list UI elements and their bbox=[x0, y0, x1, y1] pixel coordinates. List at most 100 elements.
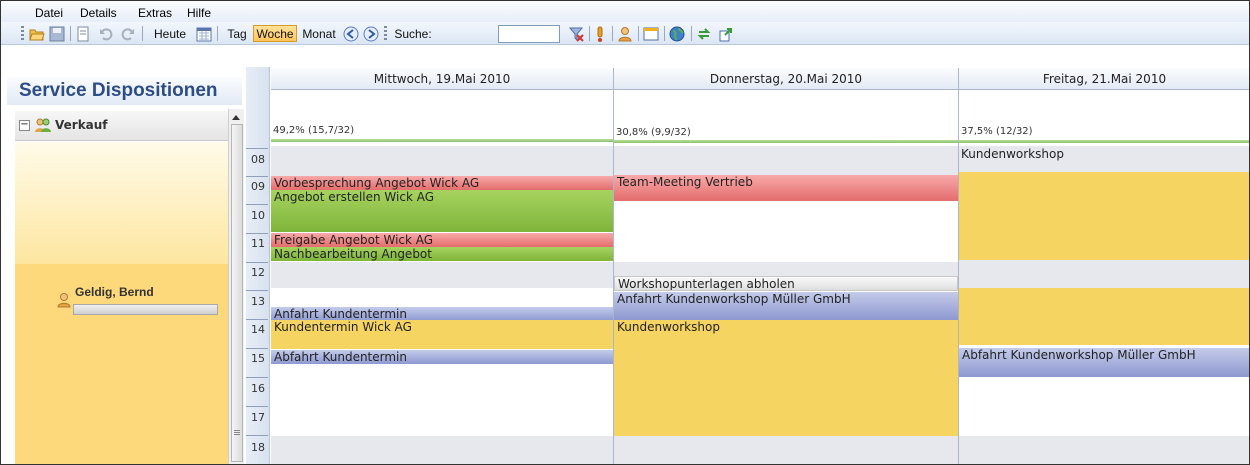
day-summary-1: 49,2% (15,7/32) bbox=[271, 90, 614, 146]
resource-progress-bar bbox=[73, 304, 218, 315]
time-slot[interactable] bbox=[614, 146, 959, 176]
menu-hilfe[interactable]: Hilfe bbox=[187, 6, 211, 20]
collapse-toggle[interactable]: − bbox=[19, 120, 30, 131]
group-label: Verkauf bbox=[55, 118, 108, 132]
previous-button[interactable] bbox=[342, 25, 360, 42]
day-header-1[interactable]: Mittwoch, 19.Mai 2010 bbox=[271, 68, 614, 90]
day-summary-2: 30,8% (9,9/32) bbox=[614, 90, 959, 146]
export-icon bbox=[718, 26, 734, 42]
group-users-icon bbox=[34, 117, 52, 136]
folder-open-icon bbox=[29, 26, 45, 42]
user-icon bbox=[617, 26, 633, 42]
toolbar-grip[interactable] bbox=[384, 26, 387, 41]
hour-label: 08 bbox=[251, 153, 265, 166]
left-scrollbar[interactable] bbox=[228, 109, 244, 464]
time-slot[interactable] bbox=[614, 262, 959, 276]
open-folder-button[interactable] bbox=[28, 25, 46, 42]
event-item[interactable]: Kundenworkshop bbox=[961, 147, 1064, 161]
event-block[interactable] bbox=[959, 172, 1249, 260]
search-label: Suche: bbox=[394, 26, 432, 41]
time-scale: 08 09 10 11 12 13 14 15 16 17 18 bbox=[246, 67, 270, 464]
time-slot[interactable] bbox=[959, 436, 1249, 464]
menu-details[interactable]: Details bbox=[80, 6, 117, 20]
heute-button[interactable]: Heute bbox=[147, 25, 193, 42]
print-button[interactable] bbox=[74, 25, 92, 42]
resource-background bbox=[15, 142, 228, 264]
event-item[interactable]: Workshopunterlagen abholen bbox=[614, 276, 958, 291]
window-button[interactable] bbox=[642, 25, 660, 42]
toolbar: Heute Tag Woche Monat Suche: bbox=[1, 22, 1249, 45]
left-panel-header: Service Dispositionen bbox=[7, 77, 242, 105]
utilization-bar bbox=[959, 140, 1249, 143]
calendar-icon bbox=[196, 26, 212, 42]
export-button[interactable] bbox=[717, 25, 735, 42]
redo-icon bbox=[120, 26, 136, 42]
page-title: Service Dispositionen bbox=[19, 80, 218, 101]
time-slot[interactable] bbox=[271, 436, 614, 464]
scroll-thumb[interactable] bbox=[231, 124, 243, 462]
user-icon bbox=[57, 292, 71, 311]
view-woche-button[interactable]: Woche bbox=[253, 25, 297, 42]
toolbar-separator bbox=[664, 26, 665, 41]
undo-button[interactable] bbox=[97, 25, 115, 42]
hour-label: 18 bbox=[251, 441, 265, 454]
toolbar-separator bbox=[70, 26, 71, 41]
menu-datei[interactable]: Datei bbox=[35, 6, 63, 20]
utilization-label: 30,8% (9,9/32) bbox=[616, 127, 691, 138]
utilization-bar bbox=[271, 139, 613, 142]
toolbar-grip[interactable] bbox=[21, 26, 24, 41]
toolbar-separator bbox=[612, 26, 613, 41]
document-icon bbox=[75, 26, 91, 42]
scroll-up-arrow-icon[interactable] bbox=[232, 115, 240, 120]
time-slot[interactable] bbox=[959, 260, 1249, 288]
time-slot[interactable] bbox=[271, 146, 614, 176]
window-icon bbox=[643, 26, 659, 42]
event-item[interactable]: Nachbearbeitung Angebot bbox=[271, 247, 613, 261]
hour-label: 16 bbox=[251, 382, 265, 395]
event-item[interactable]: Abfahrt Kundenworkshop Müller GmbH bbox=[959, 348, 1249, 377]
sync-button[interactable] bbox=[695, 25, 713, 42]
save-icon bbox=[49, 26, 65, 42]
event-item[interactable]: Angebot erstellen Wick AG bbox=[271, 190, 613, 232]
save-button[interactable] bbox=[48, 25, 66, 42]
user-button[interactable] bbox=[616, 25, 634, 42]
event-item[interactable]: Anfahrt Kundentermin bbox=[271, 307, 613, 321]
time-slot[interactable] bbox=[959, 377, 1249, 436]
event-item[interactable]: Kundentermin Wick AG bbox=[271, 320, 613, 349]
search-input[interactable] bbox=[498, 25, 560, 43]
hour-label: 17 bbox=[251, 411, 265, 424]
utilization-label: 49,2% (15,7/32) bbox=[273, 125, 355, 136]
hour-label: 13 bbox=[251, 295, 265, 308]
calendar-button[interactable] bbox=[195, 25, 213, 42]
undo-icon bbox=[98, 26, 114, 42]
clear-filter-button[interactable] bbox=[566, 25, 586, 42]
resource-name: Geldig, Bernd bbox=[75, 285, 154, 299]
group-row-verkauf[interactable]: − Verkauf bbox=[15, 111, 228, 141]
globe-button[interactable] bbox=[668, 25, 686, 42]
event-item[interactable]: Freigabe Angebot Wick AG bbox=[271, 233, 613, 247]
alert-button[interactable] bbox=[593, 25, 607, 42]
next-button[interactable] bbox=[362, 25, 380, 42]
view-monat-button[interactable]: Monat bbox=[299, 25, 339, 42]
hour-label: 11 bbox=[251, 237, 265, 250]
toolbar-separator bbox=[589, 26, 590, 41]
redo-button[interactable] bbox=[119, 25, 137, 42]
arrow-left-icon bbox=[343, 26, 359, 42]
toolbar-separator bbox=[142, 26, 143, 41]
event-item[interactable]: Anfahrt Kundenworkshop Müller GmbH bbox=[614, 292, 958, 320]
event-item[interactable]: Abfahrt Kundentermin bbox=[271, 350, 613, 364]
event-item[interactable]: Vorbesprechung Angebot Wick AG bbox=[271, 176, 613, 190]
time-slot[interactable] bbox=[271, 262, 614, 288]
sync-icon bbox=[696, 26, 712, 42]
hour-label: 12 bbox=[251, 266, 265, 279]
time-slot[interactable] bbox=[614, 436, 959, 464]
exclamation-icon bbox=[592, 26, 608, 42]
day-header-3[interactable]: Freitag, 21.Mai 2010 bbox=[959, 68, 1249, 90]
arrow-right-icon bbox=[363, 26, 379, 42]
view-tag-button[interactable]: Tag bbox=[221, 25, 253, 42]
event-block[interactable] bbox=[959, 288, 1249, 345]
menu-extras[interactable]: Extras bbox=[138, 6, 172, 20]
event-item[interactable]: Kundenworkshop bbox=[614, 320, 958, 436]
event-item[interactable]: Team-Meeting Vertrieb bbox=[614, 175, 958, 201]
day-header-2[interactable]: Donnerstag, 20.Mai 2010 bbox=[614, 68, 959, 90]
